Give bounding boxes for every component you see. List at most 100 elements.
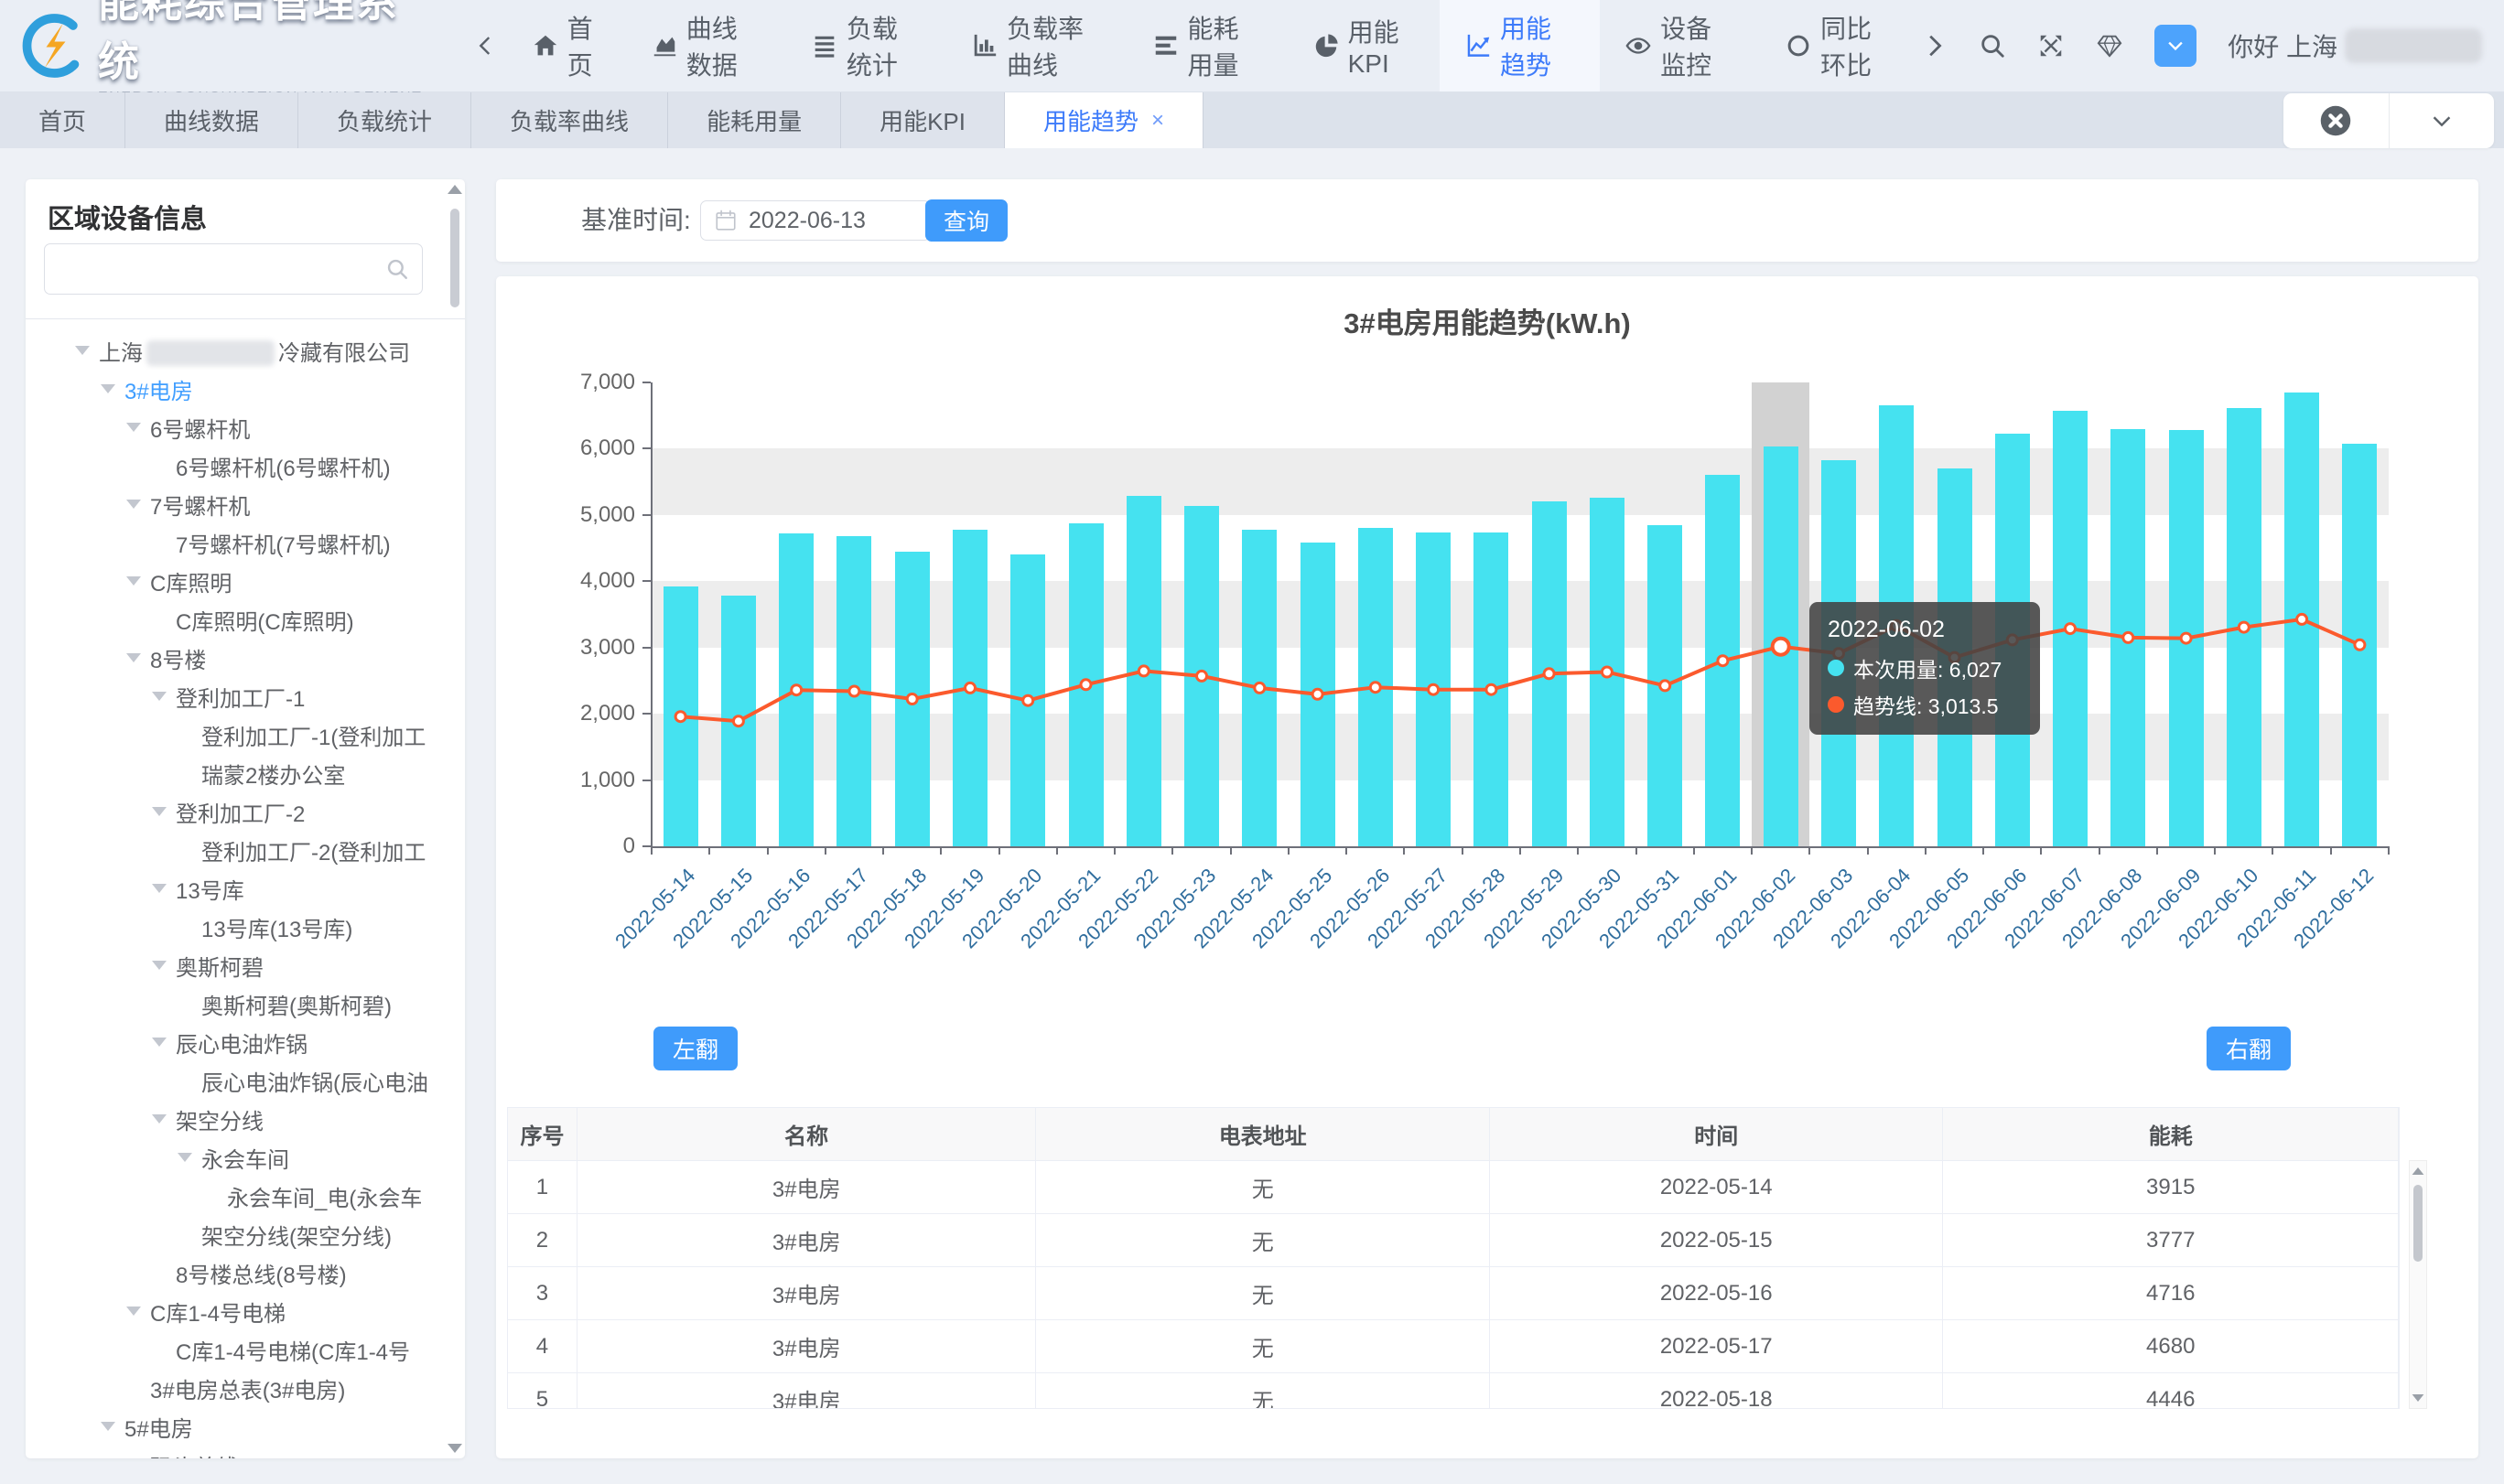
tree-node-架空分线[interactable]: 架空分线 (26, 1100, 445, 1138)
tree-expand-arrow-icon[interactable] (126, 576, 150, 586)
search-icon[interactable] (385, 257, 409, 281)
tree-expand-arrow-icon[interactable] (126, 653, 150, 662)
tree-node-C库1-4号电梯(C库1-4号[interactable]: C库1-4号电梯(C库1-4号 (26, 1330, 445, 1369)
scroll-up-arrow[interactable] (2412, 1167, 2424, 1175)
nav-overflow-right-icon[interactable] (1920, 32, 1948, 59)
line-point-2022-06-08[interactable] (2123, 632, 2133, 642)
fullscreen-icon[interactable] (2037, 32, 2065, 59)
tree-expand-arrow-icon[interactable] (126, 500, 150, 509)
tree-node-8号楼[interactable]: 8号楼 (26, 639, 445, 677)
tree-expand-arrow-icon[interactable] (152, 692, 176, 701)
line-point-2022-06-09[interactable] (2181, 633, 2191, 643)
line-point-2022-05-29[interactable] (1544, 669, 1554, 679)
line-point-2022-05-20[interactable] (1023, 695, 1033, 705)
tree-expand-arrow-icon[interactable] (152, 1114, 176, 1124)
tree-expand-arrow-icon[interactable] (152, 1038, 176, 1047)
tree-expand-arrow-icon[interactable] (101, 384, 124, 393)
tree-node-3#电房[interactable]: 3#电房 (26, 370, 445, 408)
tree-expand-arrow-icon[interactable] (152, 884, 176, 893)
tab-用能KPI[interactable]: 用能KPI (841, 92, 1005, 148)
tree-node-永会车间[interactable]: 永会车间 (26, 1138, 445, 1177)
date-picker-input[interactable]: 2022-06-13 (700, 200, 931, 241)
tab-负载率曲线[interactable]: 负载率曲线 (471, 92, 668, 148)
nav-item-同比环比[interactable]: 同比环比 (1760, 0, 1920, 91)
nav-collapse-left-icon[interactable] (474, 34, 498, 58)
tree-expand-arrow-icon[interactable] (126, 1307, 150, 1316)
line-point-2022-05-21[interactable] (1081, 680, 1091, 690)
line-point-2022-05-26[interactable] (1370, 683, 1380, 693)
line-point-2022-06-02[interactable] (1773, 639, 1789, 655)
scrollbar-thumb[interactable] (2413, 1185, 2423, 1262)
tree-expand-arrow-icon[interactable] (178, 1153, 201, 1162)
tree-node-登利加工厂-1[interactable]: 登利加工厂-1 (26, 677, 445, 715)
line-point-2022-05-23[interactable] (1197, 671, 1207, 681)
tree-node-6号螺杆机(6号螺杆机)[interactable]: 6号螺杆机(6号螺杆机) (26, 446, 445, 485)
tree-node-C库1-4号电梯[interactable]: C库1-4号电梯 (26, 1292, 445, 1330)
line-point-2022-05-25[interactable] (1312, 689, 1322, 699)
nav-item-能耗用量[interactable]: 能耗用量 (1128, 0, 1288, 91)
line-point-2022-05-18[interactable] (907, 694, 917, 704)
line-point-2022-05-30[interactable] (1602, 667, 1612, 677)
line-point-2022-05-19[interactable] (966, 683, 976, 693)
tree-node-C库照明(C库照明)[interactable]: C库照明(C库照明) (26, 600, 445, 639)
tree-expand-arrow-icon[interactable] (126, 423, 150, 432)
tree-node-8号楼总线(8号楼)[interactable]: 8号楼总线(8号楼) (26, 1253, 445, 1292)
line-point-2022-05-31[interactable] (1660, 681, 1670, 691)
tree-search-input[interactable] (45, 256, 385, 282)
nav-item-设备监控[interactable]: 设备监控 (1600, 0, 1760, 91)
tree-node-上海冷藏有限公司[interactable]: 上海冷藏有限公司 (26, 331, 445, 370)
theme-gem-icon[interactable] (2096, 32, 2123, 59)
nav-item-曲线数据[interactable]: 曲线数据 (626, 0, 786, 91)
tree-node-奥斯柯碧(奥斯柯碧)[interactable]: 奥斯柯碧(奥斯柯碧) (26, 984, 445, 1023)
nav-item-负载统计[interactable]: 负载统计 (786, 0, 946, 91)
tree-node-13号库[interactable]: 13号库 (26, 869, 445, 908)
tree-node-永会车间_电(永会车[interactable]: 永会车间_电(永会车 (26, 1177, 445, 1215)
tree-expand-arrow-icon[interactable] (152, 807, 176, 816)
tree-node-登利加工厂-1(登利加工[interactable]: 登利加工厂-1(登利加工 (26, 715, 445, 754)
line-point-2022-05-17[interactable] (849, 686, 859, 696)
tree-node-奥斯柯碧[interactable]: 奥斯柯碧 (26, 946, 445, 984)
sidebar-scrollbar[interactable] (447, 185, 463, 1453)
tab-首页[interactable]: 首页 (0, 92, 125, 148)
tree-node-6号螺杆机[interactable]: 6号螺杆机 (26, 408, 445, 446)
tab-menu-chevron-down-icon[interactable] (2389, 93, 2495, 148)
nav-item-负载率曲线[interactable]: 负载率曲线 (946, 0, 1128, 91)
nav-item-首页[interactable]: 首页 (507, 0, 626, 91)
tree-expand-arrow-icon[interactable] (75, 346, 99, 355)
tree-node-5#电房[interactable]: 5#电房 (26, 1407, 445, 1446)
scroll-up-arrow[interactable] (448, 185, 462, 194)
line-point-2022-06-10[interactable] (2239, 622, 2249, 632)
query-button[interactable]: 查询 (925, 199, 1008, 242)
page-left-button[interactable]: 左翻 (653, 1027, 738, 1070)
tree-node-辰心电油炸锅(辰心电油[interactable]: 辰心电油炸锅(辰心电油 (26, 1061, 445, 1100)
tree-node-登利加工厂-2[interactable]: 登利加工厂-2 (26, 792, 445, 831)
tree-node-13号库(13号库)[interactable]: 13号库(13号库) (26, 908, 445, 946)
tab-能耗用量[interactable]: 能耗用量 (668, 92, 841, 148)
scroll-down-arrow[interactable] (2412, 1394, 2424, 1402)
tree-node-架空分线(架空分线)[interactable]: 架空分线(架空分线) (26, 1215, 445, 1253)
scrollbar-thumb[interactable] (450, 209, 459, 307)
line-point-2022-06-11[interactable] (2297, 614, 2307, 624)
tree-node-7号螺杆机[interactable]: 7号螺杆机 (26, 485, 445, 523)
line-point-2022-06-07[interactable] (2066, 624, 2076, 634)
search-icon[interactable] (1979, 32, 2006, 59)
tree-expand-arrow-icon[interactable] (101, 1422, 124, 1431)
line-point-2022-05-15[interactable] (733, 716, 743, 726)
scroll-down-arrow[interactable] (448, 1444, 462, 1453)
line-point-2022-05-24[interactable] (1255, 683, 1265, 693)
line-point-2022-06-01[interactable] (1718, 656, 1728, 666)
tree-node-7号螺杆机(7号螺杆机)[interactable]: 7号螺杆机(7号螺杆机) (26, 523, 445, 562)
tree-node-辰心电油炸锅[interactable]: 辰心电油炸锅 (26, 1023, 445, 1061)
tab-曲线数据[interactable]: 曲线数据 (125, 92, 298, 148)
line-point-2022-05-27[interactable] (1429, 684, 1439, 694)
nav-item-用能趋势[interactable]: 用能趋势 (1440, 0, 1600, 91)
line-point-2022-05-14[interactable] (675, 712, 685, 722)
tree-node-码头总线[interactable]: 码头总线 (26, 1446, 445, 1458)
tab-负载统计[interactable]: 负载统计 (298, 92, 471, 148)
close-all-tabs-button[interactable] (2283, 93, 2389, 148)
nav-item-用能KPI[interactable]: 用能KPI (1288, 0, 1440, 91)
table-scrollbar[interactable] (2409, 1160, 2427, 1409)
tab-close-icon[interactable]: × (1151, 108, 1164, 134)
page-right-button[interactable]: 右翻 (2207, 1027, 2291, 1070)
tab-用能趋势[interactable]: 用能趋势× (1005, 92, 1203, 148)
